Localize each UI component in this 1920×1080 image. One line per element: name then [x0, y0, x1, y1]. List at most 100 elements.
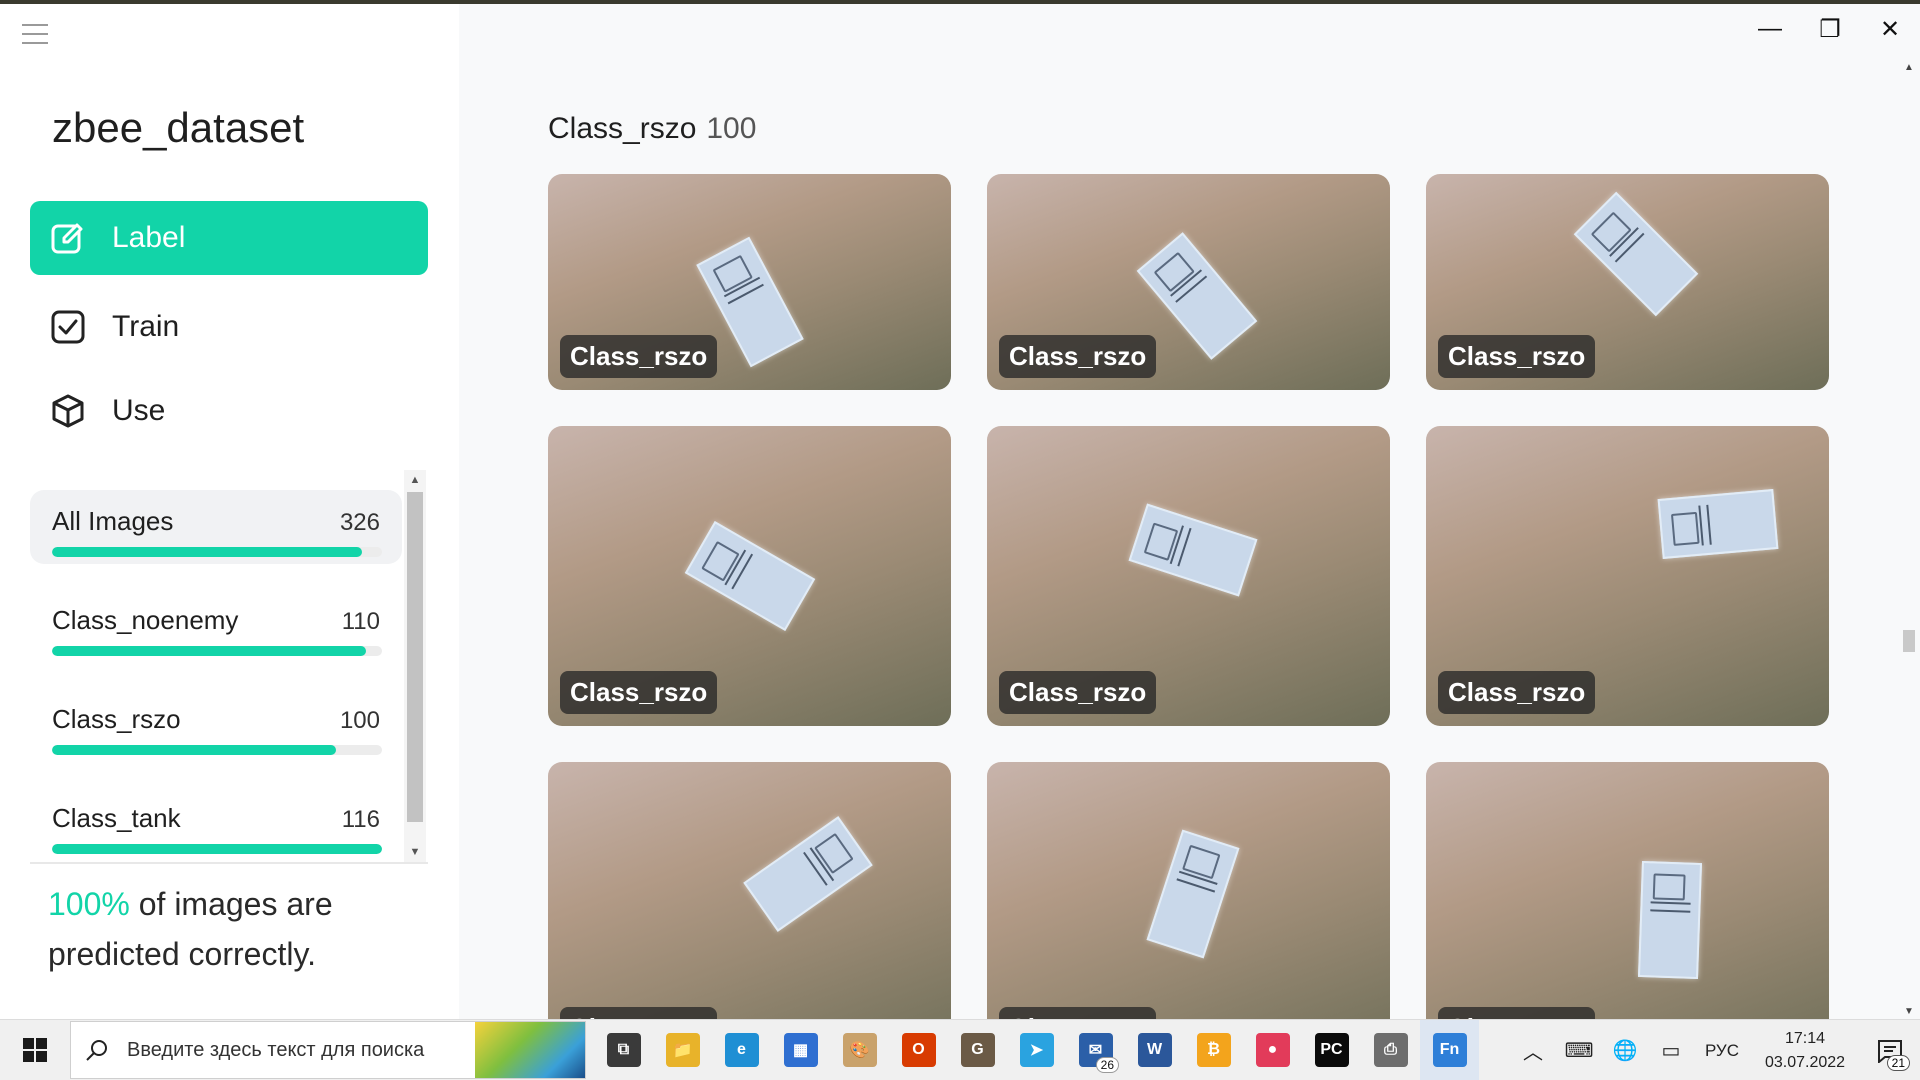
paint-icon: 🎨 [842, 1033, 877, 1067]
image-card[interactable]: Class_rszo [548, 174, 951, 390]
image-card[interactable]: Class_rszo [1426, 762, 1829, 1019]
windows-taskbar: Введите здесь текст для поиска ⧉ 📁 e ▦ 🎨 O G ➤ ✉… [0, 1019, 1920, 1080]
image-card[interactable]: Class_rszo [987, 762, 1390, 1019]
image-class-tag: Class_rszo [999, 1007, 1157, 1019]
scroll-down-arrow-icon[interactable]: ▼ [1898, 1004, 1920, 1020]
taskbar-app-edge[interactable]: e [712, 1020, 771, 1080]
windows-logo-icon [23, 1038, 47, 1062]
telegram-icon: ➤ [1019, 1033, 1054, 1067]
battery-icon[interactable]: ▭ [1648, 1020, 1694, 1080]
gallery-scrollbar[interactable]: ▲ ▼ [1898, 60, 1920, 1020]
scrollbar-thumb[interactable] [407, 492, 423, 822]
cube-icon [50, 393, 86, 429]
gallery-title: Class_rszo 100 [548, 112, 756, 146]
class-list-scrollbar[interactable]: ▲ ▼ [404, 470, 426, 862]
image-class-tag: Class_rszo [1438, 1007, 1596, 1019]
image-card[interactable]: Class_rszo [1426, 426, 1829, 726]
language-indicator[interactable]: РУС [1694, 1041, 1750, 1061]
nav-train-text: Train [112, 310, 180, 343]
class-count: 110 [341, 608, 380, 635]
nav-label-button[interactable]: Label [30, 201, 428, 275]
class-progress-bar [52, 745, 382, 755]
meet-now-icon[interactable]: ⌨ [1556, 1020, 1602, 1080]
image-class-tag: Class_rszo [1438, 335, 1596, 378]
gimp-icon: G [960, 1033, 995, 1067]
class-item-tank[interactable]: Class_tank 116 [30, 787, 402, 861]
image-card[interactable]: Class_rszo [987, 426, 1390, 726]
office-icon: O [901, 1033, 936, 1067]
class-progress-bar [52, 646, 382, 656]
printer-icon: ⎙ [1373, 1033, 1408, 1067]
word-icon: W [1137, 1033, 1172, 1067]
taskbar-app-pycharm[interactable]: PC [1302, 1020, 1361, 1080]
accuracy-summary: 100% of images are predicted correctly. [48, 879, 428, 979]
restore-button[interactable]: ❐ [1800, 4, 1860, 54]
image-card[interactable]: Class_rszo [1426, 174, 1829, 390]
taskbar-app-app-dots[interactable]: ● [1243, 1020, 1302, 1080]
taskbar-app-telegram[interactable]: ➤ [1007, 1020, 1066, 1080]
class-item-noenemy[interactable]: Class_noenemy 110 [30, 589, 402, 663]
scroll-down-arrow-icon[interactable]: ▼ [404, 842, 426, 862]
taskbar-search-box[interactable]: Введите здесь текст для поиска [70, 1021, 586, 1079]
taskbar-app-office[interactable]: O [889, 1020, 948, 1080]
nav-use-button[interactable]: Use [30, 374, 428, 448]
edge-icon: e [724, 1033, 759, 1067]
window-controls: — ❐ ✕ [1740, 4, 1920, 54]
class-count: 326 [339, 509, 380, 536]
image-card[interactable]: Class_rszo [987, 174, 1390, 390]
taskbar-app-gimp[interactable]: G [948, 1020, 1007, 1080]
image-grid: Class_rszo Class_rszo Class_rszo Class_r… [548, 174, 1838, 1019]
main-panel: — ❐ ✕ Class_rszo 100 Class_rszo Class_rsz… [459, 4, 1920, 1019]
scrollbar-thumb[interactable] [1903, 630, 1915, 652]
start-button[interactable] [0, 1020, 70, 1080]
taskbar-app-word[interactable]: W [1125, 1020, 1184, 1080]
image-card[interactable]: Class_rszo [548, 426, 951, 726]
system-tray: ︿ ⌨ 🌐 ▭ РУС 17:14 03.07.2022 21 [1510, 1020, 1920, 1080]
taskbar-app-task-view[interactable]: ⧉ [594, 1020, 653, 1080]
class-progress-bar [52, 547, 382, 557]
image-card[interactable]: Class_rszo [548, 762, 951, 1019]
store-icon: ▦ [783, 1033, 818, 1067]
pycharm-icon: PC [1314, 1033, 1349, 1067]
divider [30, 862, 428, 864]
class-item-rszo[interactable]: Class_rszo 100 [30, 688, 402, 762]
taskbar-app-printer[interactable]: ⎙ [1361, 1020, 1420, 1080]
checkbox-icon [50, 309, 86, 345]
nav-train-button[interactable]: Train [30, 290, 428, 364]
hamburger-menu-icon[interactable] [22, 24, 48, 44]
class-list: All Images 326 Class_noenemy 110 Class_r… [30, 470, 428, 864]
project-title: zbee_dataset [52, 104, 305, 151]
class-progress-bar [52, 844, 382, 854]
taskbar-app-mail[interactable]: ✉ 26 [1066, 1020, 1125, 1080]
taskbar-app-paint[interactable]: 🎨 [830, 1020, 889, 1080]
nav-label-text: Label [112, 221, 186, 254]
scroll-up-arrow-icon[interactable]: ▲ [1898, 60, 1920, 76]
label-edit-icon [50, 220, 86, 256]
close-button[interactable]: ✕ [1860, 4, 1920, 54]
scroll-up-arrow-icon[interactable]: ▲ [404, 470, 426, 490]
clock-date: 03.07.2022 [1764, 1053, 1846, 1071]
taskbar-app-active-app[interactable]: Fn [1420, 1019, 1479, 1080]
bitcoin-wallet-icon: ₿ [1196, 1033, 1231, 1067]
chevron-up-icon[interactable]: ︿ [1510, 1020, 1556, 1080]
network-globe-icon[interactable]: 🌐 [1602, 1020, 1648, 1080]
clock[interactable]: 17:14 03.07.2022 [1750, 1027, 1860, 1075]
image-class-tag: Class_rszo [999, 335, 1157, 378]
taskbar-pinned-apps: ⧉ 📁 e ▦ 🎨 O G ➤ ✉ 26 W ₿ ● PC ⎙ Fn [594, 1019, 1479, 1080]
minimize-button[interactable]: — [1740, 4, 1800, 54]
sidebar: zbee_dataset Label Train Use All Images … [0, 4, 459, 1019]
action-center-button[interactable]: 21 [1860, 1020, 1920, 1080]
image-class-tag: Class_rszo [560, 1007, 718, 1019]
taskbar-app-bitcoin-wallet[interactable]: ₿ [1184, 1020, 1243, 1080]
taskbar-app-store[interactable]: ▦ [771, 1020, 830, 1080]
search-icon [86, 1040, 107, 1061]
class-item-all-images[interactable]: All Images 326 [30, 490, 402, 564]
class-name: Class_noenemy [52, 605, 239, 635]
object-in-image [1657, 489, 1779, 559]
taskbar-app-file-explorer[interactable]: 📁 [653, 1020, 712, 1080]
image-thumbnail [1426, 762, 1829, 1019]
image-class-tag: Class_rszo [560, 671, 718, 714]
search-placeholder: Введите здесь текст для поиска [127, 1038, 425, 1061]
image-class-tag: Class_rszo [1438, 671, 1596, 714]
file-explorer-icon: 📁 [665, 1033, 700, 1067]
